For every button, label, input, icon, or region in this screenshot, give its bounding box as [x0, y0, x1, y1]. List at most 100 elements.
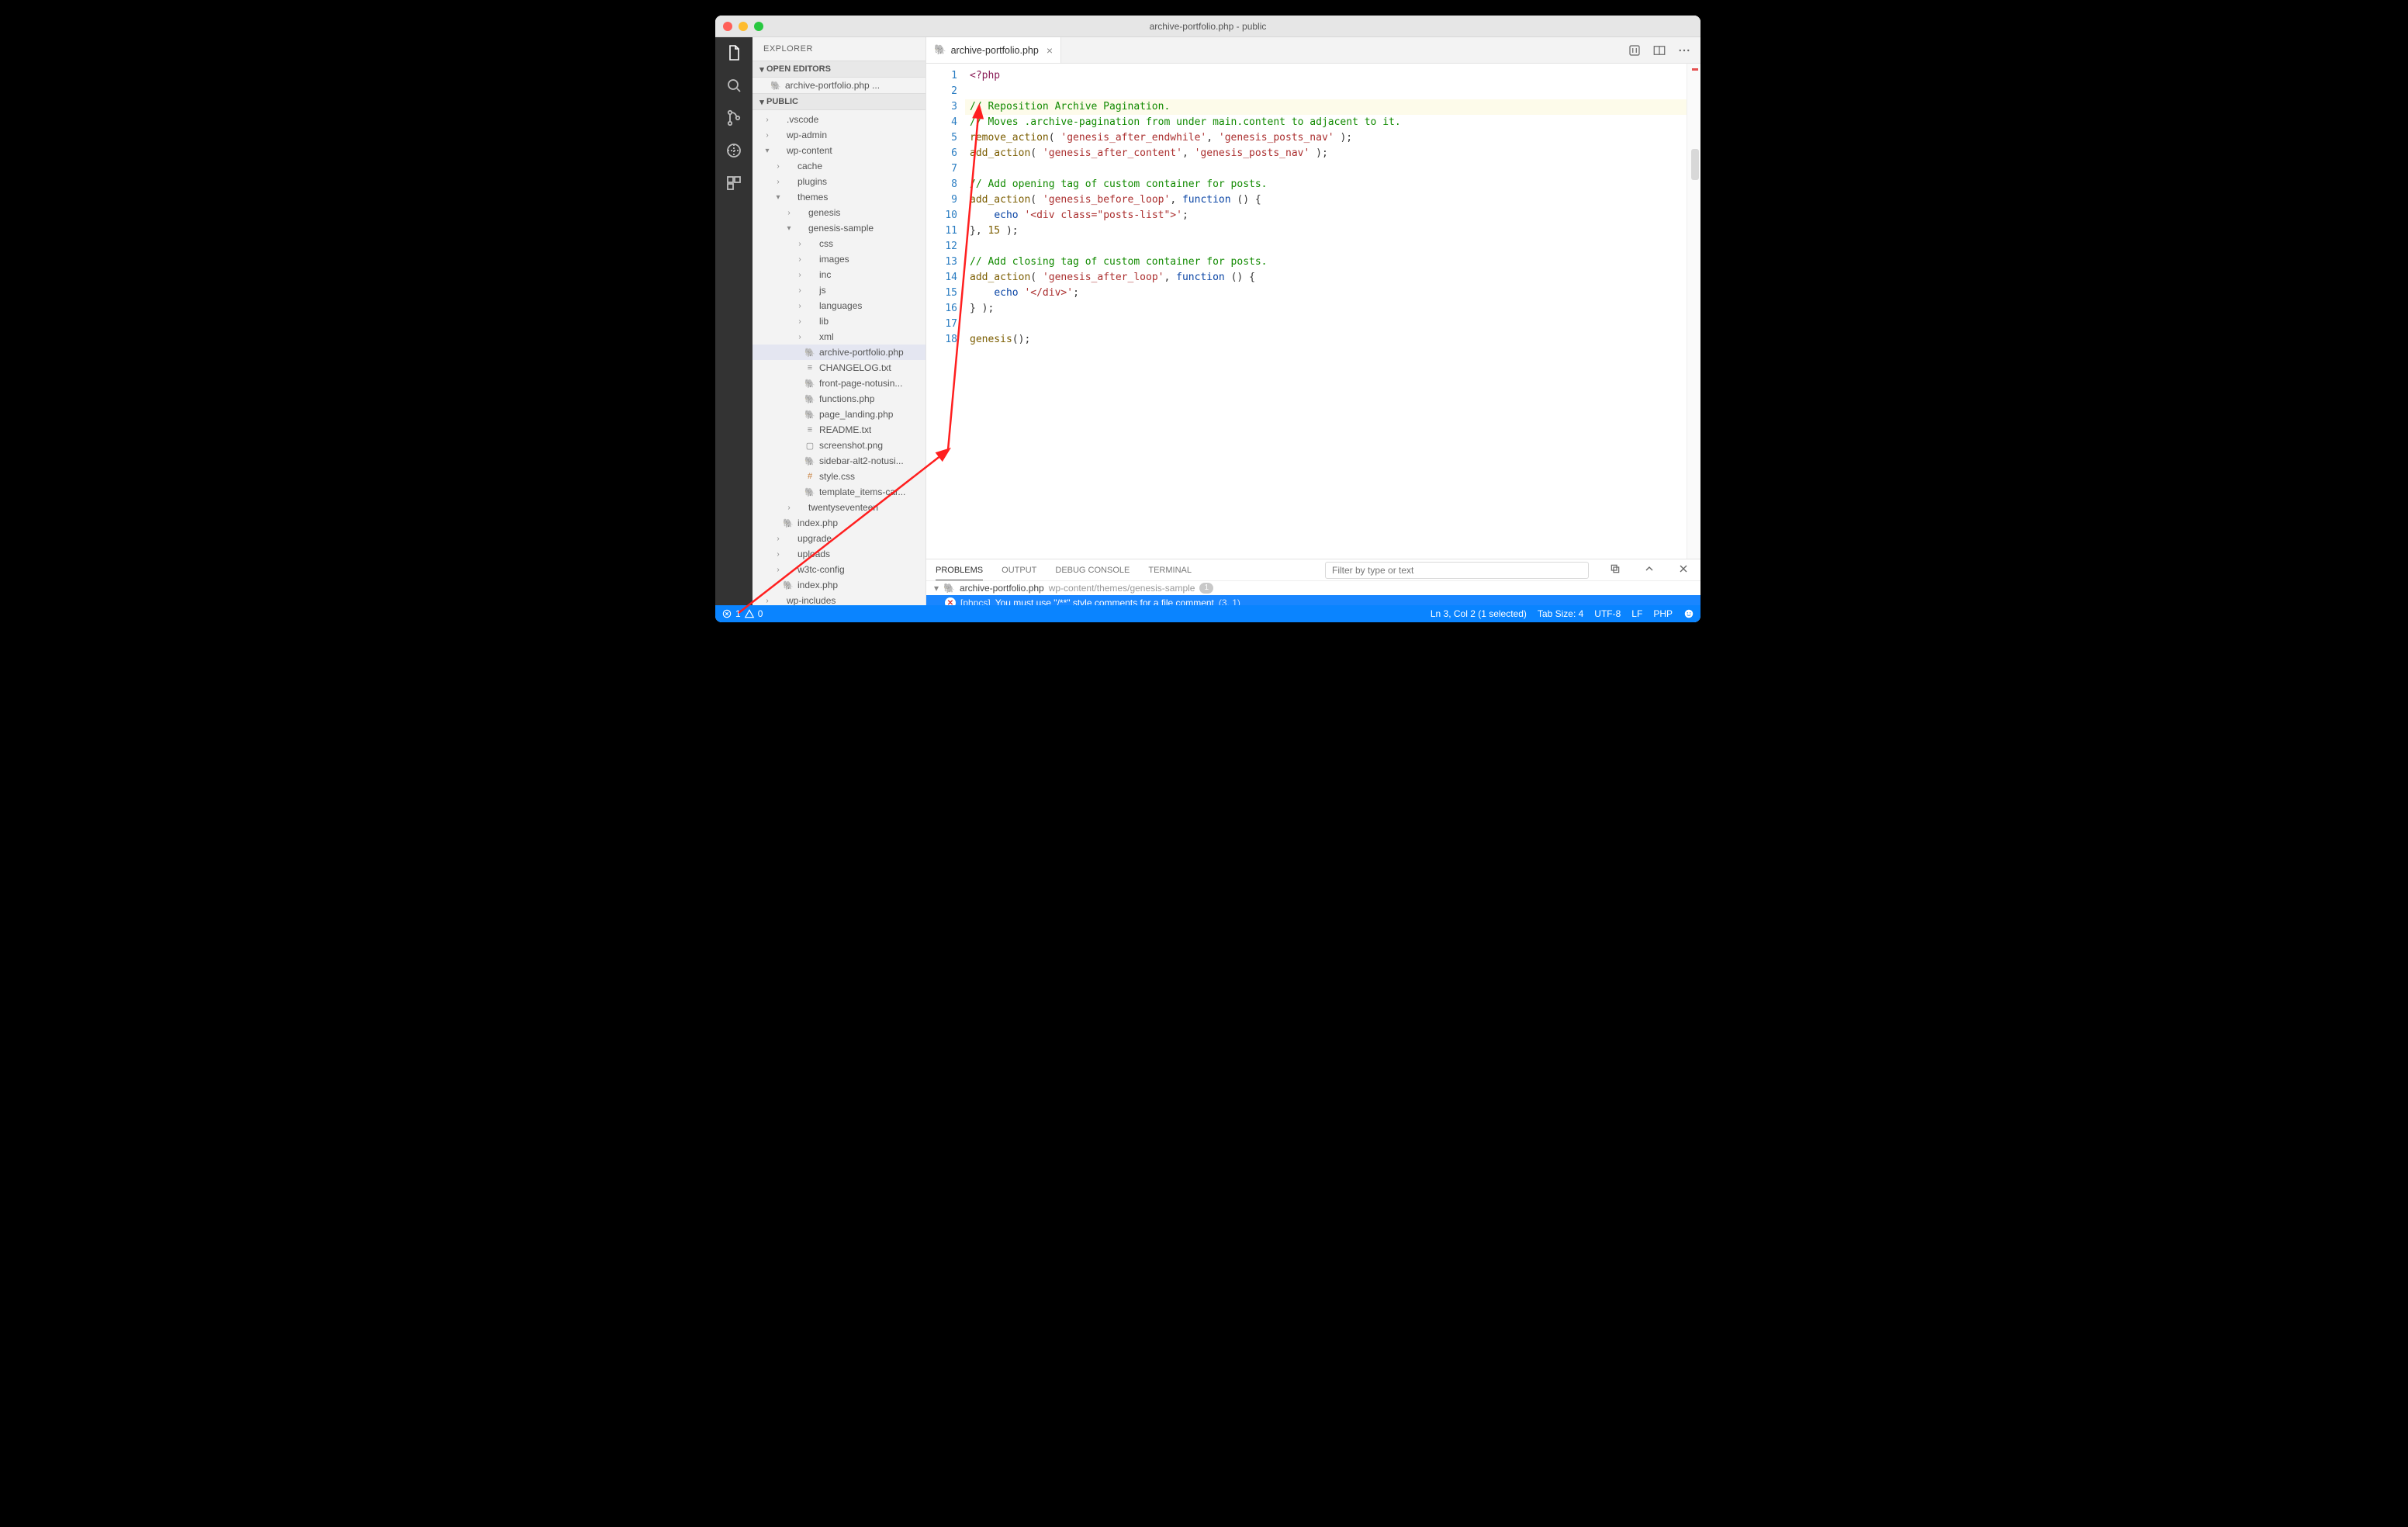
diff-icon[interactable]	[1628, 43, 1642, 57]
folder-item[interactable]: ▾wp-content	[752, 143, 925, 158]
chevron-icon: ›	[763, 131, 771, 140]
feedback-icon[interactable]	[1683, 608, 1694, 619]
chevron-icon: ›	[774, 550, 782, 559]
txt-icon: ≡	[804, 425, 816, 435]
status-lncol[interactable]: Ln 3, Col 2 (1 selected)	[1431, 608, 1527, 619]
close-icon[interactable]: ×	[1047, 44, 1053, 57]
status-errors[interactable]: 1 0	[721, 608, 763, 619]
status-eol[interactable]: LF	[1631, 608, 1642, 619]
open-editors-section[interactable]: ▾OPEN EDITORS	[752, 61, 925, 78]
chevron-icon: ›	[796, 317, 804, 326]
chevron-icon: ▾	[774, 193, 782, 202]
chevron-icon: ›	[785, 209, 793, 217]
file-item[interactable]: 🐘index.php	[752, 515, 925, 531]
folder-item[interactable]: ›.vscode	[752, 112, 925, 127]
problem-file-row[interactable]: ▾ 🐘 archive-portfolio.php wp-content/the…	[926, 581, 1700, 595]
folder-item[interactable]: ▾themes	[752, 189, 925, 205]
folder-item[interactable]: ›twentyseventeen	[752, 500, 925, 515]
tab-debug-console[interactable]: DEBUG CONSOLE	[1055, 566, 1130, 575]
php-icon: 🐘	[934, 44, 946, 56]
file-item[interactable]: 🐘template_items-car...	[752, 484, 925, 500]
status-language[interactable]: PHP	[1653, 608, 1673, 619]
sidebar-title: EXPLORER	[752, 37, 925, 61]
folder-item[interactable]: ›upgrade	[752, 531, 925, 546]
split-editor-icon[interactable]	[1652, 43, 1666, 57]
php-icon: 🐘	[804, 410, 816, 420]
folder-item[interactable]: ›wp-includes	[752, 593, 925, 605]
folder-item[interactable]: ›plugins	[752, 174, 925, 189]
minimap-scrollbar[interactable]	[1691, 149, 1699, 180]
code-content[interactable]: <?php // Reposition Archive Pagination./…	[965, 64, 1687, 559]
tab-problems[interactable]: PROBLEMS	[936, 566, 983, 575]
problem-count-badge: 1	[1199, 583, 1213, 594]
chevron-icon: ›	[796, 255, 804, 264]
workspace-section[interactable]: ▾PUBLIC	[752, 93, 925, 110]
close-panel-icon[interactable]	[1676, 563, 1691, 577]
file-item[interactable]: ▢screenshot.png	[752, 438, 925, 453]
status-encoding[interactable]: UTF-8	[1594, 608, 1621, 619]
chevron-icon: ›	[785, 504, 793, 512]
titlebar: archive-portfolio.php - public	[715, 16, 1700, 37]
open-editor-item[interactable]: 🐘 archive-portfolio.php ...	[752, 78, 925, 93]
file-item[interactable]: 🐘index.php	[752, 577, 925, 593]
folder-item[interactable]: ›w3tc-config	[752, 562, 925, 577]
file-item[interactable]: #style.css	[752, 469, 925, 484]
problems-list: ▾ 🐘 archive-portfolio.php wp-content/the…	[926, 581, 1700, 605]
bottom-panel: PROBLEMS OUTPUT DEBUG CONSOLE TERMINAL ▾	[926, 559, 1700, 605]
editor-area: 🐘 archive-portfolio.php × 12345678910111…	[926, 37, 1700, 605]
txt-icon: ≡	[804, 363, 816, 372]
debug-icon[interactable]	[725, 141, 743, 160]
minimap-error-marker	[1692, 68, 1698, 71]
extensions-icon[interactable]	[725, 174, 743, 192]
file-item[interactable]: 🐘sidebar-alt2-notusi...	[752, 453, 925, 469]
file-item[interactable]: 🐘front-page-notusin...	[752, 376, 925, 391]
php-icon: 🐘	[804, 379, 816, 389]
search-icon[interactable]	[725, 76, 743, 95]
tab-bar: 🐘 archive-portfolio.php ×	[926, 37, 1700, 64]
file-item[interactable]: 🐘archive-portfolio.php	[752, 345, 925, 360]
file-item[interactable]: 🐘functions.php	[752, 391, 925, 407]
minimap[interactable]	[1687, 64, 1700, 559]
tab-terminal[interactable]: TERMINAL	[1148, 566, 1192, 575]
more-icon[interactable]	[1677, 43, 1691, 57]
window-title: archive-portfolio.php - public	[715, 21, 1700, 32]
php-icon: 🐘	[782, 518, 794, 528]
folder-item[interactable]: ›wp-admin	[752, 127, 925, 143]
folder-item[interactable]: ›images	[752, 251, 925, 267]
folder-item[interactable]: ›js	[752, 282, 925, 298]
source-control-icon[interactable]	[725, 109, 743, 127]
code-editor[interactable]: 123456789101112131415161718 <?php // Rep…	[926, 64, 1700, 559]
chevron-icon: ›	[763, 116, 771, 124]
files-icon[interactable]	[725, 43, 743, 62]
folder-item[interactable]: ›genesis	[752, 205, 925, 220]
folder-item[interactable]: ›lib	[752, 313, 925, 329]
minimize-window-button[interactable]	[739, 22, 748, 31]
maximize-window-button[interactable]	[754, 22, 763, 31]
chevron-icon: ›	[796, 286, 804, 295]
tab-active[interactable]: 🐘 archive-portfolio.php ×	[926, 37, 1061, 63]
folder-item[interactable]: ›inc	[752, 267, 925, 282]
status-tabsize[interactable]: Tab Size: 4	[1538, 608, 1583, 619]
chevron-icon: ›	[774, 535, 782, 543]
file-item[interactable]: 🐘page_landing.php	[752, 407, 925, 422]
php-icon: 🐘	[804, 487, 816, 497]
file-item[interactable]: ≡README.txt	[752, 422, 925, 438]
chevron-icon: ›	[796, 271, 804, 279]
folder-item[interactable]: ›languages	[752, 298, 925, 313]
problem-item[interactable]: ✕ [phpcs] You must use "/**" style comme…	[926, 595, 1700, 605]
file-item[interactable]: ≡CHANGELOG.txt	[752, 360, 925, 376]
folder-item[interactable]: ›xml	[752, 329, 925, 345]
chevron-up-icon[interactable]	[1642, 563, 1657, 577]
close-window-button[interactable]	[723, 22, 732, 31]
problems-filter-input[interactable]	[1325, 562, 1589, 579]
chevron-icon: ›	[774, 178, 782, 186]
php-icon: 🐘	[804, 348, 816, 358]
folder-item[interactable]: ›cache	[752, 158, 925, 174]
folder-item[interactable]: ›uploads	[752, 546, 925, 562]
activity-bar	[715, 37, 752, 605]
folder-item[interactable]: ›css	[752, 236, 925, 251]
collapse-all-icon[interactable]	[1607, 563, 1623, 577]
tab-output[interactable]: OUTPUT	[1002, 566, 1036, 575]
panel-tabs: PROBLEMS OUTPUT DEBUG CONSOLE TERMINAL	[926, 559, 1700, 581]
folder-item[interactable]: ▾genesis-sample	[752, 220, 925, 236]
